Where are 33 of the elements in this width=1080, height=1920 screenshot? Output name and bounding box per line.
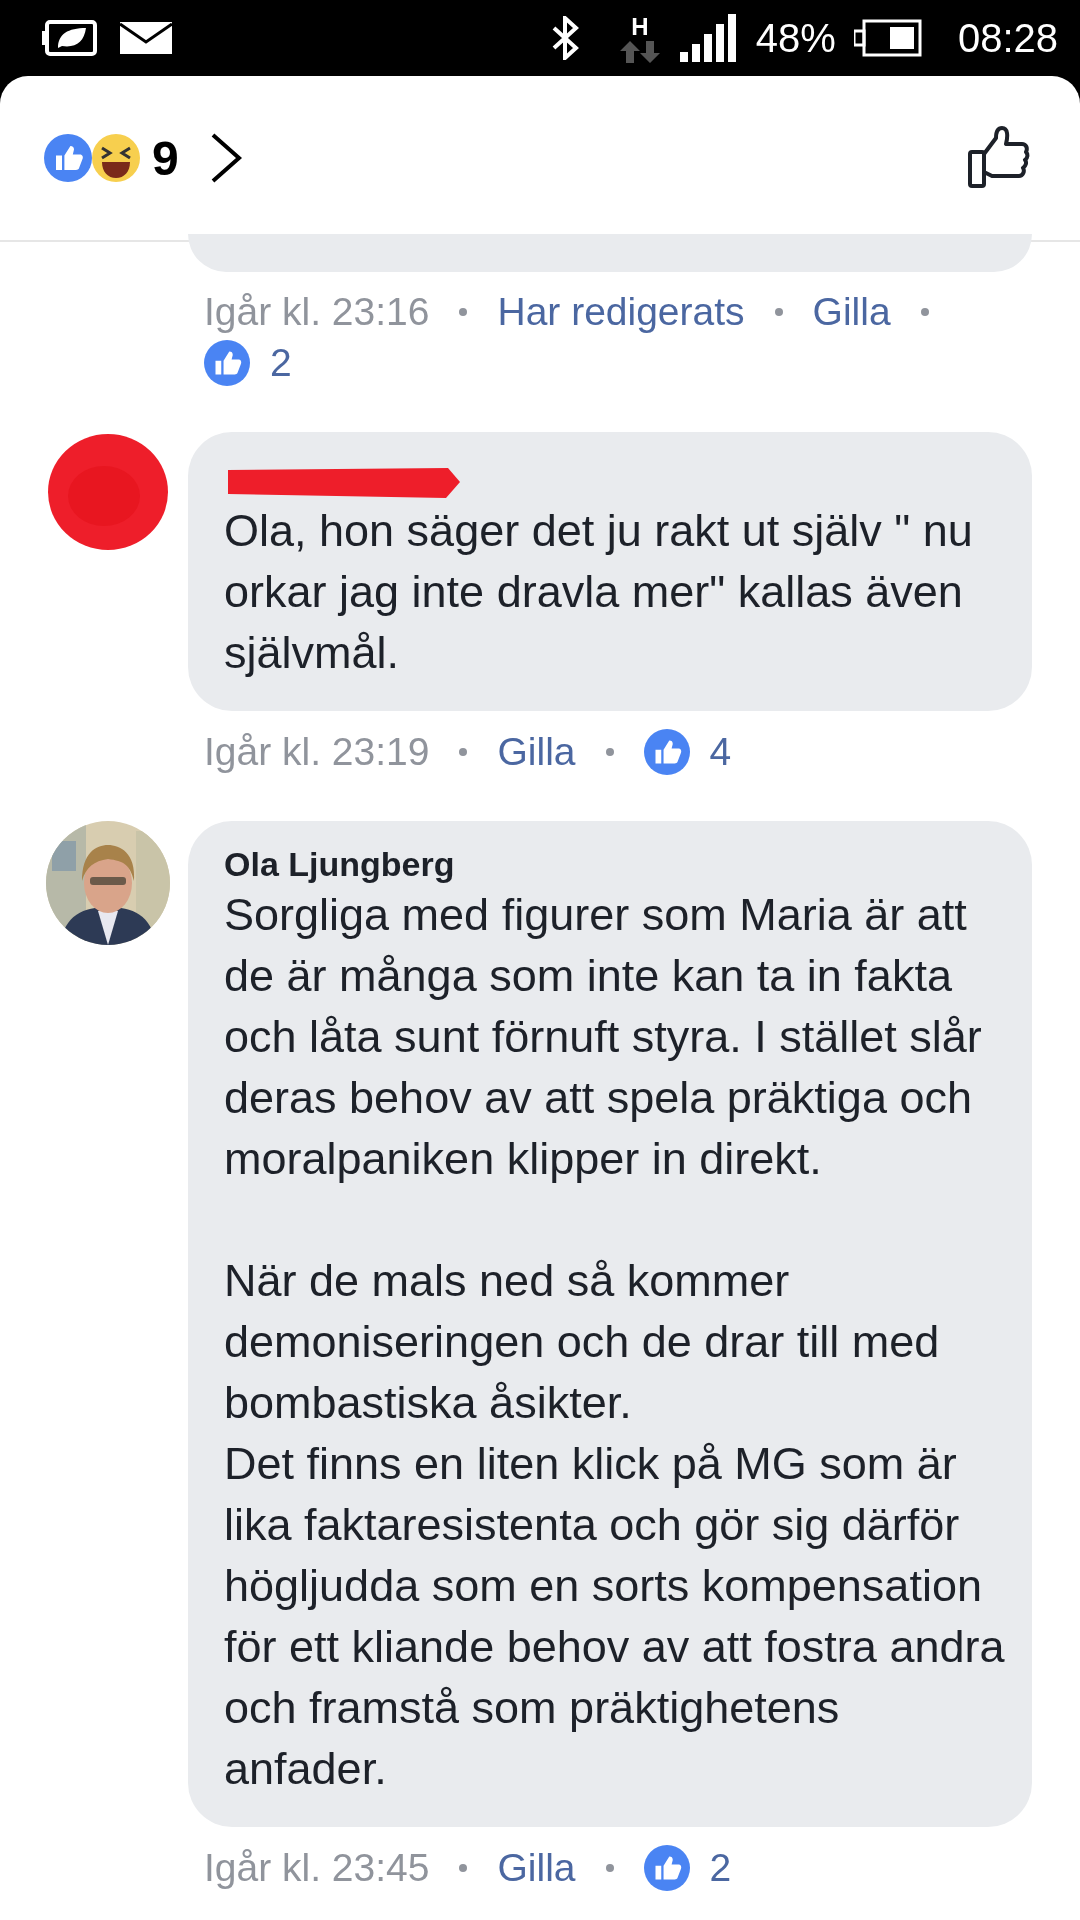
- like-icon: [44, 134, 92, 182]
- comment-text: Ola, hon säger det ju rakt ut själv " nu orkar jag inte dravla mer" kallas även självmål.: [224, 504, 974, 680]
- like-icon: [643, 1845, 690, 1891]
- like-link[interactable]: Gilla: [812, 290, 891, 334]
- clock: 08:28: [957, 15, 1058, 61]
- comment-time: Igår kl. 23:16: [204, 290, 430, 334]
- separator-dot: [605, 748, 614, 756]
- comment-time: Igår kl. 23:45: [204, 1846, 430, 1890]
- like-link[interactable]: Gilla: [497, 730, 576, 774]
- separator-dot: [920, 308, 929, 316]
- like-icon: [204, 340, 250, 386]
- battery-saver-icon: [42, 18, 100, 58]
- comment-text: Sorgliga med figurer som Maria är att de är många som inte kan ta in fakta och låta sunt förnuft styra. I stället slår deras behov av att spela präktiga och moralpaniken klipper in direkt. När de mals ned så kommer demoniseringen och de drar till med bombastiska åsikter. Det finns en liten klick på MG som är lika faktaresistenta och gör sig därför högljudda som en sorts kompensation för ett kliande behov av att fostra andra och framstå som präktighetens anfader.: [224, 888, 1006, 1796]
- separator-dot: [459, 308, 468, 316]
- thumbs-up-icon[interactable]: [966, 126, 1030, 190]
- separator-dot: [459, 1864, 468, 1872]
- battery-icon: [853, 19, 922, 57]
- comment-time: Igår kl. 23:19: [204, 730, 430, 774]
- separator-dot: [459, 748, 468, 756]
- battery-percent: 48%: [755, 15, 836, 61]
- network-type: H: [631, 13, 649, 41]
- like-count[interactable]: 2: [709, 1846, 732, 1890]
- edited-link[interactable]: Har redigerats: [497, 290, 745, 334]
- like-count[interactable]: 2: [270, 341, 292, 385]
- like-icon: [643, 729, 690, 775]
- author-name[interactable]: Ola Ljungberg: [224, 845, 1012, 884]
- like-link[interactable]: Gilla: [497, 1846, 576, 1890]
- separator-dot: [774, 308, 783, 316]
- reaction-count[interactable]: 9: [152, 130, 179, 186]
- separator-dot: [605, 1864, 614, 1872]
- laughing-emoji-icon: [92, 134, 140, 182]
- like-count[interactable]: 4: [709, 730, 732, 774]
- signal-icon: [679, 14, 738, 62]
